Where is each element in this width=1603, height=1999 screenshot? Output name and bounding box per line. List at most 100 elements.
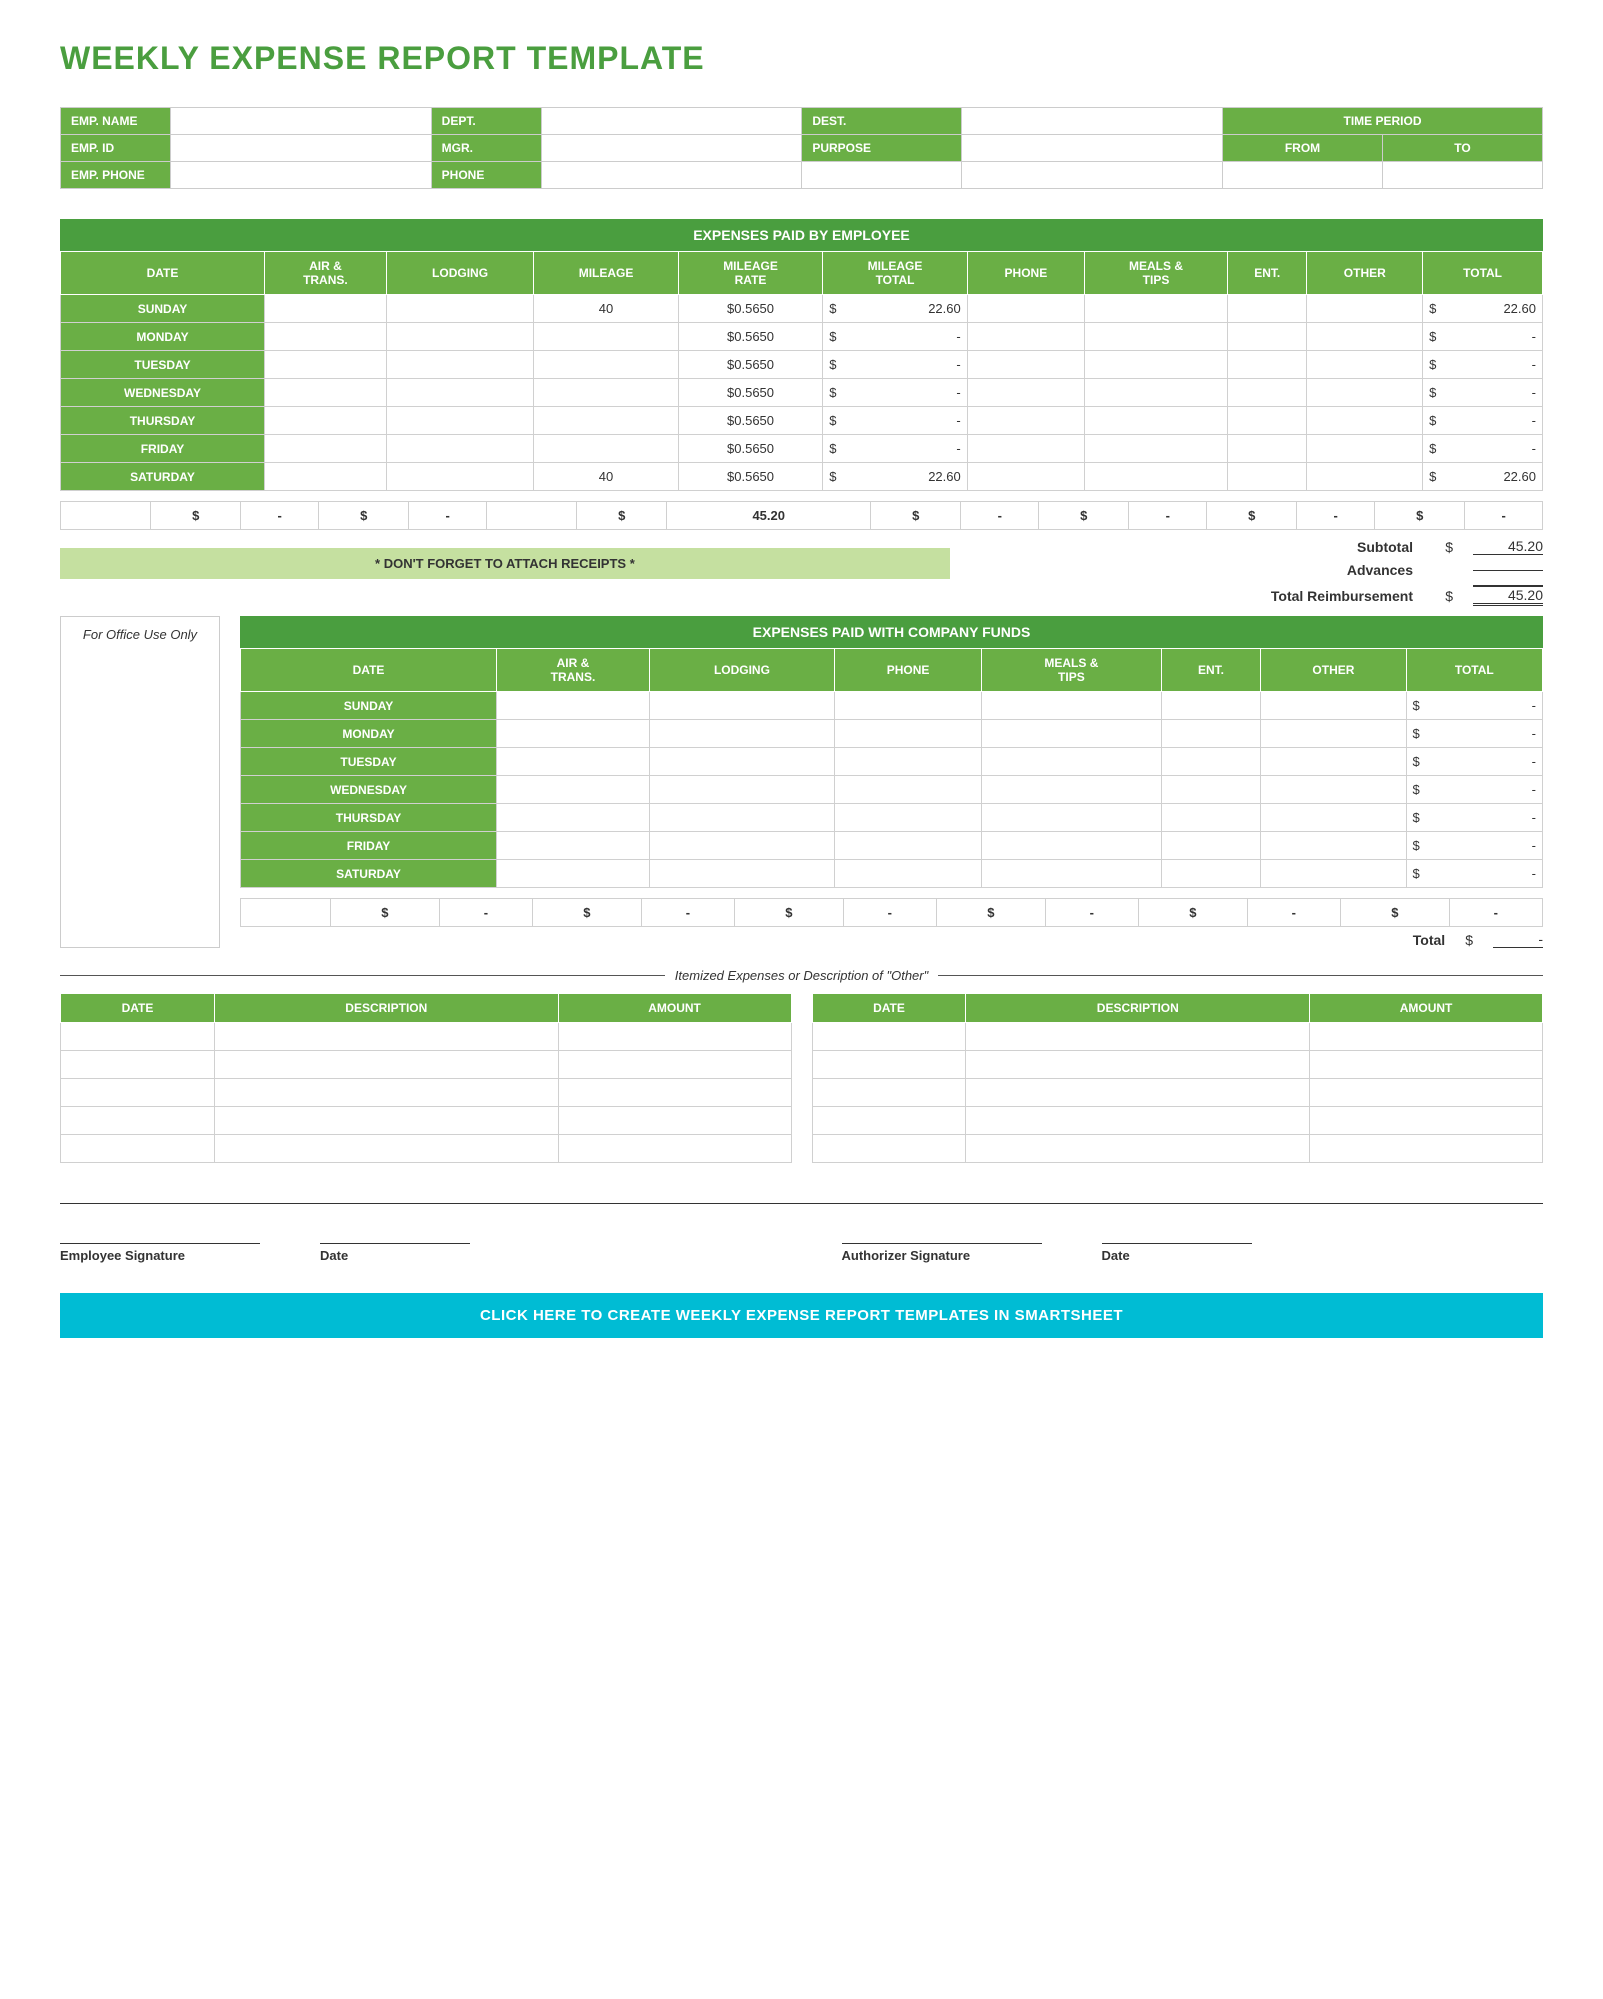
itemized-header: Itemized Expenses or Description of "Oth… (60, 968, 1543, 983)
company-total-label: Total (1413, 932, 1445, 948)
company-funds-section-wrapper: For Office Use Only EXPENSES PAID WITH C… (60, 616, 1543, 948)
list-item[interactable] (812, 1051, 1543, 1079)
itemized-tables: DATE DESCRIPTION AMOUNT DATE DESCRIPTION… (60, 993, 1543, 1163)
list-item[interactable] (61, 1051, 792, 1079)
item-right-amount: AMOUNT (1310, 994, 1543, 1023)
day-cell: TUESDAY (61, 351, 265, 379)
left-signature-block: Employee Signature Date (60, 1214, 762, 1263)
phone-value[interactable] (541, 162, 802, 189)
emp-id-value[interactable] (171, 135, 432, 162)
date2-field: Date (1102, 1214, 1252, 1263)
total-reimbursement-label: Total Reimbursement (1253, 588, 1413, 604)
day-cell: TUESDAY (241, 748, 497, 776)
cf-col-air: AIR &TRANS. (497, 649, 650, 692)
emp-name-label: EMP. NAME (61, 108, 171, 135)
table-row[interactable]: SUNDAY $- (241, 692, 1543, 720)
page-title: WEEKLY EXPENSE REPORT TEMPLATE (60, 40, 1543, 77)
col-other: OTHER (1307, 252, 1423, 295)
tot-mileage-dollar: $ (618, 508, 625, 523)
item-right-description: DESCRIPTION (966, 994, 1310, 1023)
day-cell: WEDNESDAY (61, 379, 265, 407)
itemized-section: Itemized Expenses or Description of "Oth… (60, 968, 1543, 1163)
item-left-description: DESCRIPTION (214, 994, 558, 1023)
purpose-value-2[interactable] (802, 162, 962, 189)
table-row[interactable]: WEDNESDAY $0.5650 $- $- (61, 379, 1543, 407)
itemized-line-right (938, 975, 1543, 976)
emp-name-value[interactable] (171, 108, 432, 135)
to-value[interactable] (1383, 162, 1543, 189)
dest-value[interactable] (962, 108, 1223, 135)
col-ent: ENT. (1227, 252, 1306, 295)
mgr-label: MGR. (431, 135, 541, 162)
total-reimbursement-dollar: $ (1433, 588, 1453, 604)
table-row[interactable]: SUNDAY 40 $0.5650 $22.60 $22.60 (61, 295, 1543, 323)
receipt-banner: * DON'T FORGET TO ATTACH RECEIPTS * (60, 548, 950, 579)
dest-value-2[interactable] (962, 162, 1223, 189)
tot-other: - (1465, 502, 1543, 530)
tot-phone: - (961, 502, 1039, 530)
itemized-title: Itemized Expenses or Description of "Oth… (675, 968, 928, 983)
table-row[interactable]: SATURDAY 40 $0.5650 $22.60 $22.60 (61, 463, 1543, 491)
footer-banner[interactable]: CLICK HERE TO CREATE WEEKLY EXPENSE REPO… (60, 1293, 1543, 1338)
subtotal-area: Subtotal $ 45.20 Advances Total Reimburs… (1253, 538, 1543, 606)
day-cell: SATURDAY (241, 860, 497, 888)
dept-value[interactable] (541, 108, 802, 135)
col-mileage-rate: MILEAGERATE (678, 252, 822, 295)
signature-area: Employee Signature Date Authorizer Signa… (60, 1203, 1543, 1263)
list-item[interactable] (61, 1135, 792, 1163)
day-cell: FRIDAY (61, 435, 265, 463)
table-row[interactable]: MONDAY $- (241, 720, 1543, 748)
advances-amount (1473, 570, 1543, 571)
employee-expense-table: DATE AIR &TRANS. LODGING MILEAGE MILEAGE… (60, 251, 1543, 491)
from-label: FROM (1223, 135, 1383, 162)
day-cell: MONDAY (241, 720, 497, 748)
for-office-label: For Office Use Only (83, 627, 197, 642)
list-item[interactable] (61, 1107, 792, 1135)
day-cell: SUNDAY (241, 692, 497, 720)
day-cell: MONDAY (61, 323, 265, 351)
table-row[interactable]: THURSDAY $- (241, 804, 1543, 832)
mgr-value[interactable] (541, 135, 802, 162)
cf-col-date: DATE (241, 649, 497, 692)
table-row[interactable]: WEDNESDAY $- (241, 776, 1543, 804)
tot-meals-dollar: $ (1080, 508, 1087, 523)
employee-expense-section: EXPENSES PAID BY EMPLOYEE DATE AIR &TRAN… (60, 219, 1543, 606)
day-cell: WEDNESDAY (241, 776, 497, 804)
item-left-date: DATE (61, 994, 215, 1023)
table-row[interactable]: SATURDAY $- (241, 860, 1543, 888)
list-item[interactable] (812, 1023, 1543, 1051)
tot-air-dollar: $ (192, 508, 199, 523)
authorizer-signature-label: Authorizer Signature (842, 1248, 1042, 1263)
purpose-value[interactable] (962, 135, 1223, 162)
col-total: TOTAL (1423, 252, 1543, 295)
phone-label: PHONE (431, 162, 541, 189)
table-row[interactable]: FRIDAY $- (241, 832, 1543, 860)
advances-label: Advances (1253, 562, 1413, 578)
to-label: TO (1383, 135, 1543, 162)
company-total-dollar: $ (1465, 932, 1473, 948)
list-item[interactable] (812, 1107, 1543, 1135)
subtotal-amount: 45.20 (1473, 538, 1543, 555)
table-row[interactable]: MONDAY $0.5650 $- $- (61, 323, 1543, 351)
subtotal-dollar: $ (1433, 539, 1453, 555)
authorizer-signature-line (842, 1214, 1042, 1244)
table-row[interactable]: TUESDAY $- (241, 748, 1543, 776)
from-value[interactable] (1223, 162, 1383, 189)
table-row[interactable]: FRIDAY $0.5650 $- $- (61, 435, 1543, 463)
table-row[interactable]: TUESDAY $0.5650 $- $- (61, 351, 1543, 379)
list-item[interactable] (61, 1023, 792, 1051)
col-mileage-total: MILEAGETOTAL (823, 252, 967, 295)
table-row[interactable]: THURSDAY $0.5650 $- $- (61, 407, 1543, 435)
list-item[interactable] (812, 1079, 1543, 1107)
authorizer-signature-field: Authorizer Signature (842, 1214, 1042, 1263)
col-air-trans: AIR &TRANS. (265, 252, 387, 295)
subtotal-label: Subtotal (1253, 539, 1413, 555)
emp-phone-value[interactable] (171, 162, 432, 189)
emp-phone-label: EMP. PHONE (61, 162, 171, 189)
list-item[interactable] (812, 1135, 1543, 1163)
total-reimbursement-amount: 45.20 (1473, 585, 1543, 606)
list-item[interactable] (61, 1079, 792, 1107)
right-signature-block: Authorizer Signature Date (842, 1214, 1544, 1263)
cf-col-other: OTHER (1261, 649, 1406, 692)
date1-field: Date (320, 1214, 470, 1263)
